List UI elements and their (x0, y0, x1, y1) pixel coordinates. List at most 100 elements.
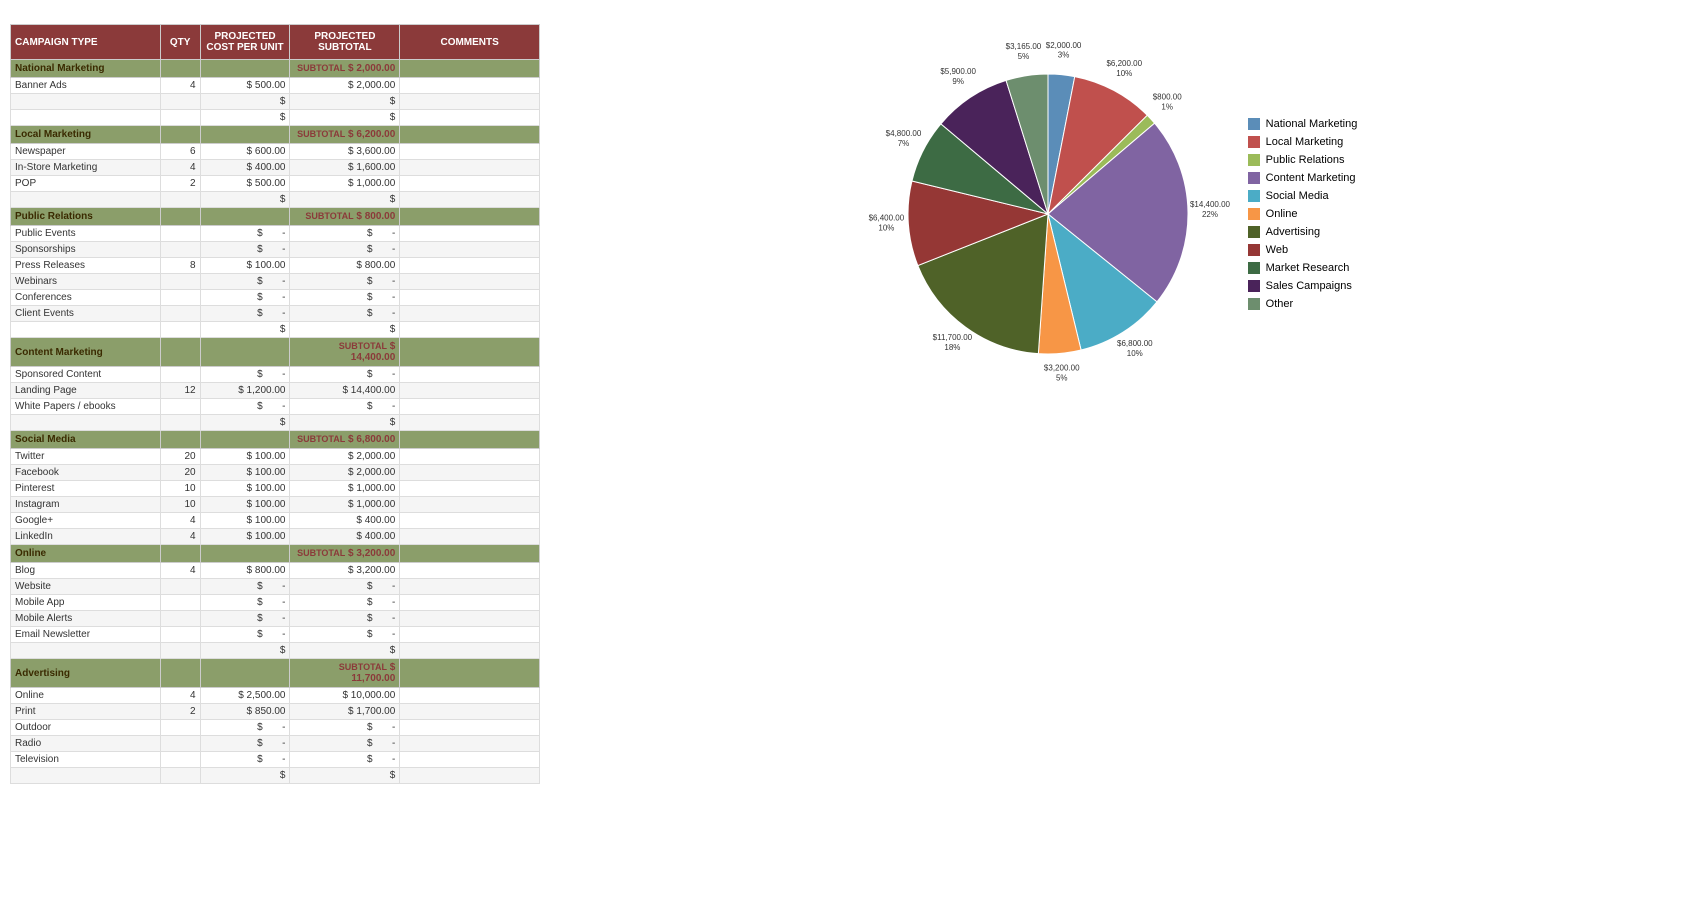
row-cost: $ - (200, 306, 290, 322)
row-campaign (11, 94, 161, 110)
row-qty: 4 (160, 563, 200, 579)
col-header-subtotal: PROJECTED SUBTOTAL (290, 25, 400, 60)
row-subtotal: $ (290, 110, 400, 126)
legend-label: Other (1266, 298, 1294, 310)
row-qty (160, 110, 200, 126)
row-cost: $ 500.00 (200, 78, 290, 94)
row-qty (160, 399, 200, 415)
row-comments (400, 563, 540, 579)
table-row: Website $ - $ - (11, 579, 540, 595)
row-subtotal: $ 400.00 (290, 513, 400, 529)
slice-label-7: $6,400.0010% (868, 213, 904, 232)
row-qty (160, 192, 200, 208)
row-subtotal: $ 1,700.00 (290, 704, 400, 720)
row-qty (160, 306, 200, 322)
table-row: $ $ (11, 322, 540, 338)
category-row: Public Relations SUBTOTAL $ 800.00 (11, 208, 540, 226)
row-campaign: Public Events (11, 226, 161, 242)
row-campaign: LinkedIn (11, 529, 161, 545)
row-comments (400, 110, 540, 126)
row-qty: 4 (160, 688, 200, 704)
category-name: National Marketing (11, 60, 161, 78)
row-comments (400, 643, 540, 659)
row-subtotal: $ - (290, 627, 400, 643)
row-cost: $ - (200, 242, 290, 258)
table-row: $ $ (11, 768, 540, 784)
row-comments (400, 160, 540, 176)
table-row: Outdoor $ - $ - (11, 720, 540, 736)
row-subtotal: $ - (290, 736, 400, 752)
row-campaign: Website (11, 579, 161, 595)
row-subtotal: $ 2,000.00 (290, 78, 400, 94)
row-qty (160, 290, 200, 306)
row-subtotal: $ (290, 94, 400, 110)
row-qty (160, 768, 200, 784)
legend-label: Web (1266, 244, 1288, 256)
slice-label-0: $2,000.003% (1045, 41, 1081, 60)
row-qty (160, 595, 200, 611)
col-header-campaign: CAMPAIGN TYPE (11, 25, 161, 60)
table-row: Facebook 20 $ 100.00 $ 2,000.00 (11, 465, 540, 481)
row-cost: $ 100.00 (200, 258, 290, 274)
category-row: Local Marketing SUBTOTAL $ 6,200.00 (11, 126, 540, 144)
row-subtotal: $ - (290, 290, 400, 306)
row-campaign: Press Releases (11, 258, 161, 274)
legend-color-swatch (1248, 136, 1260, 148)
row-campaign: Mobile Alerts (11, 611, 161, 627)
category-name: Advertising (11, 659, 161, 688)
legend-label: National Marketing (1266, 118, 1358, 130)
row-campaign: Twitter (11, 449, 161, 465)
row-subtotal: $ 1,600.00 (290, 160, 400, 176)
row-cost: $ 850.00 (200, 704, 290, 720)
legend-item-advertising: Advertising (1248, 226, 1358, 238)
table-row: Print 2 $ 850.00 $ 1,700.00 (11, 704, 540, 720)
category-comments (400, 431, 540, 449)
row-subtotal: $ - (290, 226, 400, 242)
row-subtotal: $ 1,000.00 (290, 497, 400, 513)
legend-label: Public Relations (1266, 154, 1345, 166)
category-row: Online SUBTOTAL $ 3,200.00 (11, 545, 540, 563)
row-subtotal: $ - (290, 595, 400, 611)
row-campaign: Facebook (11, 465, 161, 481)
legend-item-local-marketing: Local Marketing (1248, 136, 1358, 148)
row-subtotal: $ (290, 768, 400, 784)
row-campaign: Outdoor (11, 720, 161, 736)
row-campaign (11, 415, 161, 431)
row-subtotal: $ 2,000.00 (290, 465, 400, 481)
row-qty (160, 736, 200, 752)
category-name: Online (11, 545, 161, 563)
table-row: Television $ - $ - (11, 752, 540, 768)
row-qty (160, 752, 200, 768)
row-subtotal: $ - (290, 306, 400, 322)
category-name: Social Media (11, 431, 161, 449)
row-cost: $ (200, 94, 290, 110)
row-qty: 20 (160, 465, 200, 481)
row-cost: $ - (200, 627, 290, 643)
row-comments (400, 595, 540, 611)
legend-label: Market Research (1266, 262, 1350, 274)
row-cost: $ - (200, 736, 290, 752)
legend-color-swatch (1248, 154, 1260, 166)
row-subtotal: $ 400.00 (290, 529, 400, 545)
row-campaign: In-Store Marketing (11, 160, 161, 176)
row-comments (400, 752, 540, 768)
row-comments (400, 242, 540, 258)
row-campaign (11, 192, 161, 208)
table-row: Twitter 20 $ 100.00 $ 2,000.00 (11, 449, 540, 465)
category-qty (160, 338, 200, 367)
category-qty (160, 126, 200, 144)
table-row: Google+ 4 $ 100.00 $ 400.00 (11, 513, 540, 529)
row-subtotal: $ - (290, 579, 400, 595)
row-subtotal: $ 2,000.00 (290, 449, 400, 465)
row-cost: $ - (200, 399, 290, 415)
row-cost: $ 600.00 (200, 144, 290, 160)
legend-label: Local Marketing (1266, 136, 1344, 148)
row-cost: $ - (200, 274, 290, 290)
category-subtotal: SUBTOTAL $ 3,200.00 (290, 545, 400, 563)
table-row: Conferences $ - $ - (11, 290, 540, 306)
row-cost: $ 400.00 (200, 160, 290, 176)
row-comments (400, 465, 540, 481)
col-header-comments: COMMENTS (400, 25, 540, 60)
table-row: POP 2 $ 500.00 $ 1,000.00 (11, 176, 540, 192)
category-subtotal: SUBTOTAL $ 6,800.00 (290, 431, 400, 449)
